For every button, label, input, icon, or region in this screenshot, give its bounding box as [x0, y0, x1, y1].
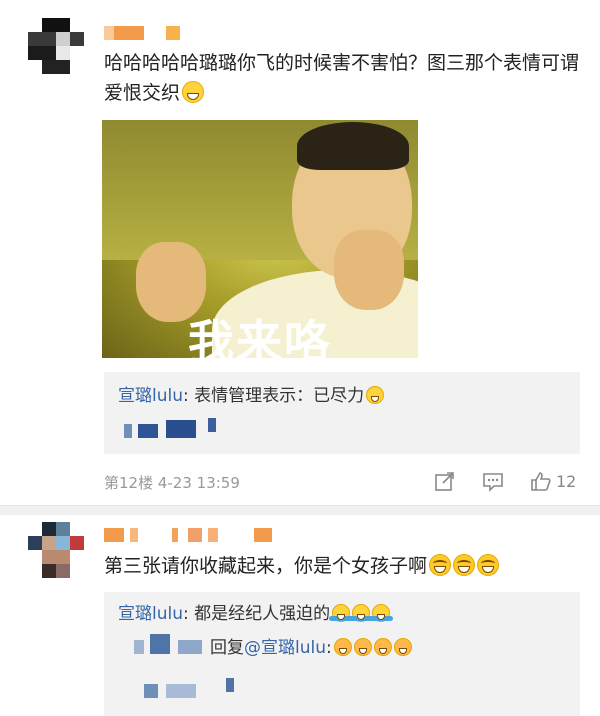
- avatar[interactable]: [28, 18, 84, 74]
- reply-username[interactable]: 宣璐lulu: [118, 386, 183, 406]
- image-caption: 我来咯: [188, 315, 332, 358]
- comment-icon[interactable]: [482, 470, 504, 492]
- hug-emoji: [369, 604, 394, 622]
- reply-line: 回复@宣璐lulu:: [210, 636, 412, 660]
- comment-divider: [0, 505, 600, 515]
- comment-image[interactable]: 我来咯: [102, 120, 418, 358]
- comment-text: 哈哈哈哈哈璐璐你飞的时候害不害怕？图三那个表情可谓爱恨交织: [104, 48, 584, 108]
- avatar-mosaic: [42, 60, 70, 74]
- reply-mosaic: [138, 424, 158, 438]
- blush-emoji: [353, 638, 372, 656]
- reply-mosaic: [166, 684, 196, 698]
- laugh-cry-emoji: [453, 554, 476, 576]
- name-mosaic: [166, 26, 180, 40]
- reply-line: 宣璐lulu: 表情管理表示：已尽力: [118, 384, 385, 408]
- avatar-mosaic: [56, 32, 70, 46]
- image-person-hand: [334, 230, 404, 310]
- reply-mosaic: [166, 420, 196, 438]
- blush-emoji: [393, 638, 412, 656]
- reply-mosaic: [150, 634, 170, 654]
- hug-emoji: [349, 604, 374, 622]
- blush-emoji: [373, 638, 392, 656]
- name-mosaic: [172, 528, 178, 542]
- reply-text: : 都是经纪人强迫的: [183, 604, 331, 624]
- reply-mosaic: [178, 640, 202, 654]
- floor-timestamp: 第12楼 4-23 13:59: [104, 474, 240, 492]
- reply-redacted: [134, 634, 210, 654]
- reply-text: : 表情管理表示：已尽力: [183, 386, 365, 406]
- image-person-hair: [297, 122, 409, 170]
- name-mosaic: [114, 26, 144, 40]
- comment-text: 第三张请你收藏起来，你是个女孩子啊: [104, 551, 584, 581]
- avatar[interactable]: [28, 522, 84, 578]
- name-mosaic: [188, 528, 202, 542]
- name-mosaic: [254, 528, 272, 542]
- avatar-mosaic: [56, 536, 70, 550]
- username-redacted[interactable]: [104, 26, 194, 40]
- name-mosaic: [130, 528, 138, 542]
- reply-line: 宣璐lulu: 都是经纪人强迫的: [118, 602, 394, 626]
- reply-mosaic: [134, 640, 144, 654]
- reply-mosaic: [124, 424, 132, 438]
- reply-mosaic: [208, 418, 216, 432]
- name-mosaic: [104, 26, 114, 40]
- shy-emoji: [333, 638, 352, 656]
- comment-body: 哈哈哈哈哈璐璐你飞的时候害不害怕？图三那个表情可谓爱恨交织: [104, 52, 580, 104]
- avatar-mosaic: [70, 536, 84, 550]
- reply-redacted: [144, 678, 244, 698]
- laugh-cry-emoji: [429, 554, 452, 576]
- reply-prefix: 回复: [210, 638, 244, 658]
- name-mosaic: [208, 528, 218, 542]
- reply-box: 宣璐lulu: 都是经纪人强迫的 回复@宣璐lulu:: [104, 592, 580, 716]
- comment-body: 第三张请你收藏起来，你是个女孩子啊: [104, 555, 428, 577]
- avatar-mosaic: [56, 564, 70, 578]
- reply-redacted: [124, 418, 224, 438]
- reply-mention[interactable]: @宣璐lulu: [244, 638, 326, 658]
- avatar-mosaic: [56, 522, 70, 536]
- avatar-mosaic: [42, 564, 56, 578]
- share-icon[interactable]: [434, 470, 456, 492]
- avatar-mosaic: [42, 550, 70, 564]
- grin-emoji: [182, 81, 205, 103]
- avatar-mosaic: [42, 18, 70, 32]
- like-count: 12: [556, 472, 577, 491]
- comment-meta: 第12楼 4-23 13:59 12: [104, 470, 584, 494]
- hug-emoji: [329, 604, 354, 622]
- laugh-cry-emoji: [477, 554, 500, 576]
- reply-box: 宣璐lulu: 表情管理表示：已尽力: [104, 372, 580, 454]
- avatar-mosaic: [56, 46, 70, 60]
- avatar-mosaic: [42, 522, 56, 536]
- name-mosaic: [104, 528, 124, 542]
- username-redacted[interactable]: [104, 528, 274, 542]
- thumbs-up-icon[interactable]: [530, 470, 552, 492]
- smile-emoji: [366, 386, 385, 404]
- reply-mosaic: [226, 678, 234, 692]
- reply-username[interactable]: 宣璐lulu: [118, 604, 183, 624]
- reply-mosaic: [144, 684, 158, 698]
- avatar-mosaic: [42, 536, 56, 550]
- avatar-mosaic: [28, 536, 42, 550]
- reply-suffix: :: [326, 638, 332, 658]
